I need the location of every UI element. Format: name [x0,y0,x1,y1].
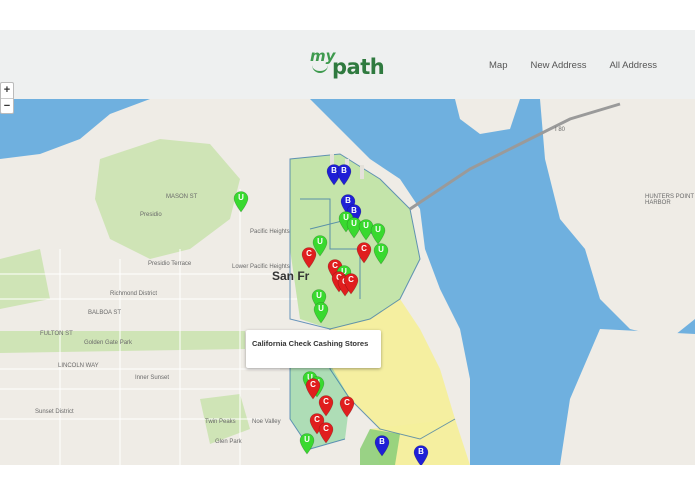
marker-letter: U [317,237,323,246]
marker-letter: C [310,380,316,389]
map-marker-c[interactable]: C [343,273,359,295]
map-label-glen-park: Glen Park [215,439,242,445]
marker-letter: U [316,291,322,300]
map-marker-b[interactable]: B [413,445,429,465]
map-label-inner-sunset: Inner Sunset [135,375,170,381]
marker-letter: C [323,397,329,406]
map-label-presidio: Presidio [140,212,162,218]
map-label-balboa-st: BALBOA ST [88,310,122,316]
nav-link-new-address[interactable]: New Address [530,60,586,71]
map-marker-b[interactable]: B [336,164,352,186]
marker-letter: U [238,193,244,202]
map-marker-u[interactable]: U [313,302,329,324]
map-label-twin-peaks: Twin Peaks [205,419,236,425]
popup-text: California Check Cashing Stores [252,339,369,348]
nav-links: Map New Address All Address [489,60,657,71]
map-label-golden-gate-park: Golden Gate Park [84,340,133,346]
marker-letter: B [379,437,385,446]
map-marker-c[interactable]: C [339,396,355,418]
map-popup[interactable]: California Check Cashing Stores [246,330,381,368]
marker-letter: C [361,244,367,253]
zoom-control: + − [0,82,14,114]
nav-link-map[interactable]: Map [489,60,507,71]
map-canvas[interactable]: Presidio Presidio Terrace Richmond Distr… [0,99,695,465]
marker-letter: U [304,435,310,444]
map-label-presidio-terrace: Presidio Terrace [148,261,192,267]
zoom-out-button[interactable]: − [1,99,13,114]
navbar: my path Map New Address All Address [0,30,695,100]
map-marker-u[interactable]: U [373,243,389,265]
map-marker-c[interactable]: C [301,247,317,269]
marker-letter: C [348,275,354,284]
logo-swash [312,65,328,73]
marker-letter: B [418,447,424,456]
marker-letter: B [341,166,347,175]
top-whitespace [0,0,695,30]
nav-link-all-address[interactable]: All Address [609,60,657,71]
map-label-pacific-heights: Pacific Heights [250,229,290,235]
map-marker-u[interactable]: U [233,191,249,213]
map-marker-c[interactable]: C [318,422,334,444]
map-marker-b[interactable]: B [374,435,390,457]
map-marker-c[interactable]: C [356,242,372,264]
map-label-fulton-st: FULTON ST [40,331,73,337]
marker-letter: C [344,398,350,407]
marker-letter: U [318,304,324,313]
mypath-logo[interactable]: my path [310,47,390,81]
zoom-in-button[interactable]: + [1,83,13,99]
bottom-whitespace [0,465,695,494]
map-label-noe-valley: Noe Valley [252,419,281,425]
map-label-hunters-point: HUNTERS POINT HARBOR [645,194,694,206]
map-marker-u[interactable]: U [299,433,315,455]
map-label-lincoln-way: LINCOLN WAY [58,363,99,369]
map-label-richmond: Richmond District [110,291,158,297]
marker-letter: C [306,249,312,258]
map-label-sunset-district: Sunset District [35,409,74,415]
marker-letter: U [378,245,384,254]
map-label-i80: I 80 [555,127,566,133]
map-label-mason-st: MASON ST [166,194,198,200]
marker-letter: U [375,225,381,234]
map-marker-u[interactable]: U [370,223,386,245]
city-label: San Fr [272,269,310,283]
marker-letter: C [323,424,329,433]
logo-path-text: path [332,55,385,79]
